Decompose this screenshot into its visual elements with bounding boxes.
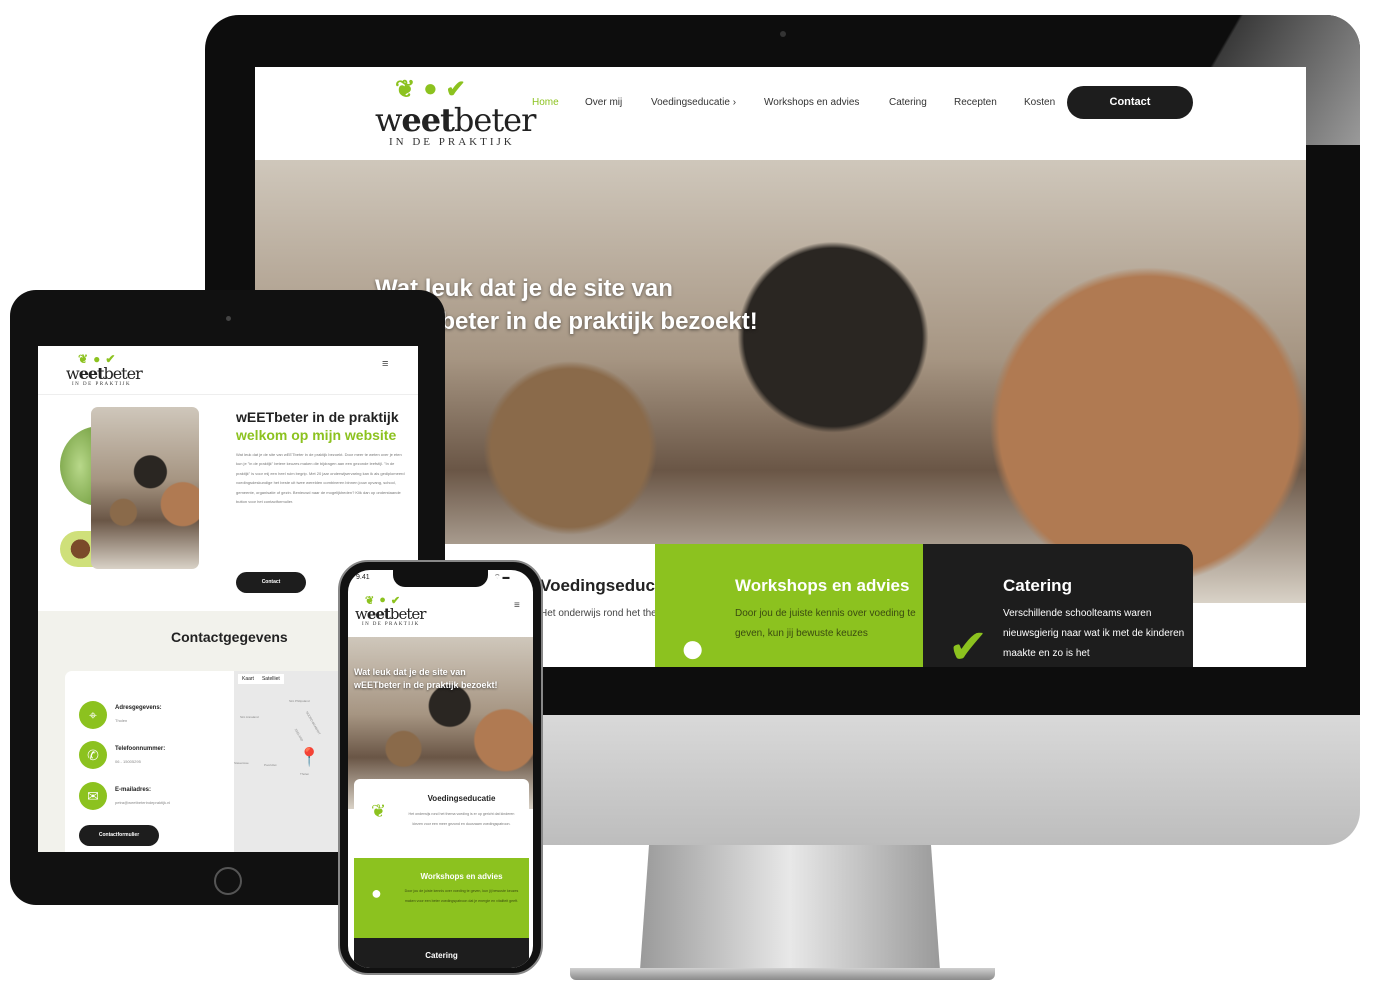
logo-tagline: IN DE PRAKTIJK	[362, 622, 420, 627]
map-label: ZEELAND	[293, 728, 305, 742]
pepper-icon: ●	[680, 624, 706, 667]
card-title: Voedingseducatie	[540, 576, 685, 595]
mobile-website: 9.41 ⌔ ▬ ❦ ● ✔ weetbeter IN DE PRAKTIJK ≡ …	[348, 570, 533, 968]
card-title: Voedingseducatie	[427, 794, 496, 803]
map-tab-kaart[interactable]: Kaart	[242, 676, 254, 682]
contact-label: Telefoonnummer:	[115, 746, 166, 752]
logo-text: w	[355, 605, 368, 623]
contactformulier-button[interactable]: Contactformulier	[79, 825, 159, 846]
card-text: Het onderwijs rond het thema voeding is …	[408, 812, 515, 826]
card-text: Door jou de juiste kennis over voeding t…	[404, 889, 519, 903]
map-label: Poortvliet	[264, 763, 277, 767]
pea-icon: ❦	[371, 801, 387, 821]
logo[interactable]: ❦ ● ✔ weetbeter IN DE PRAKTIJK	[355, 594, 427, 627]
intro-text: Wat leuk dat je de site van wEETbeter in…	[236, 452, 405, 505]
logo-tagline: IN DE PRAKTIJK	[389, 136, 515, 148]
logo[interactable]: ❦ ● ✔ weetbeter IN DE PRAKTIJK	[375, 75, 537, 148]
card-text: Het onderwijs rond het thema voeding is …	[540, 608, 1110, 619]
intro-subtitle: welkom op mijn website	[236, 427, 397, 443]
contact-label: Adresgegevens:	[115, 705, 162, 711]
logo-text-bold: eet	[78, 364, 105, 383]
divider	[38, 394, 418, 395]
logo-text-bold: eet	[401, 101, 454, 139]
card-workshops[interactable]: Workshops en advies Door jou de juiste k…	[655, 544, 923, 667]
avocado-image	[60, 531, 94, 567]
status-time: 9.41	[356, 574, 370, 581]
contact-heading: Contactgegevens	[171, 629, 288, 645]
hero-line: Wat leuk dat je de site van	[354, 667, 466, 677]
intro-section: wEETbeter in de praktijk welkom op mijn …	[236, 408, 406, 506]
logo-text: beter	[389, 605, 427, 623]
logo-text: beter	[103, 364, 142, 383]
card-title: Catering	[425, 951, 458, 960]
pea-icon: ❦	[395, 76, 416, 103]
nav-kosten[interactable]: Kosten	[1024, 97, 1055, 108]
home-button[interactable]	[214, 867, 242, 895]
phone-icon: ✆	[79, 741, 107, 769]
checkmark-icon: ✔	[948, 621, 989, 667]
contact-button[interactable]: Contact	[1067, 86, 1193, 119]
map-pin-icon[interactable]: 📍	[298, 747, 320, 768]
imac-stand	[640, 845, 940, 970]
nav-home[interactable]: Home	[532, 97, 559, 108]
contact-value[interactable]: 06 - 15005295	[115, 759, 141, 764]
logo-text: w	[66, 364, 80, 383]
map-label: Tholen	[300, 772, 310, 776]
card-voedingseducatie[interactable]: ❦ Voedingseducatie Het onderwijs rond he…	[354, 779, 529, 859]
contact-value: Tholen	[115, 718, 128, 723]
nav-recepten[interactable]: Recepten	[954, 97, 997, 108]
nav-voedingseducatie[interactable]: Voedingseducatie ›	[651, 97, 736, 108]
card-title: Workshops en advies	[420, 872, 503, 881]
card-workshops[interactable]: ● Workshops en advies Door jou de juiste…	[354, 858, 529, 938]
card-text: Door jou de juiste kennis over voeding t…	[735, 608, 916, 639]
mail-icon: ✉	[79, 782, 107, 810]
pepper-icon: ●	[423, 75, 438, 102]
hamburger-menu-icon[interactable]: ≡	[514, 600, 520, 611]
map-label: NOORD-BRABANT	[304, 710, 322, 736]
intro-image	[91, 407, 199, 569]
card-title: Workshops en advies	[735, 576, 910, 595]
card-text: Verschillende schoolteams waren nieuwsgi…	[1003, 608, 1185, 659]
logo[interactable]: ❦ ● ✔ weetbeter IN DE PRAKTIJK	[66, 352, 143, 387]
camera-icon	[780, 31, 786, 37]
map-label: Sint Philipsland	[289, 699, 310, 703]
card-catering[interactable]: Catering Verschillende schoolteams waren…	[923, 544, 1193, 667]
wifi-battery-icon: ⌔ ▬	[494, 574, 510, 581]
logo-text-bold: eet	[366, 605, 391, 623]
camera-icon	[226, 316, 231, 321]
hamburger-menu-icon[interactable]: ≡	[382, 358, 388, 370]
nav-catering[interactable]: Catering	[889, 97, 927, 108]
hero-line: wEETbeter in de praktijk bezoekt!	[354, 680, 498, 690]
map-label: Sint Annaland	[240, 715, 259, 719]
map-label: Stavenisse	[234, 761, 249, 765]
logo-text: beter	[453, 101, 537, 139]
hero-heading: Wat leuk dat je de site van wEETbeter in…	[354, 666, 498, 692]
location-pin-icon: ⌖	[79, 701, 107, 729]
nav-workshops[interactable]: Workshops en advies	[764, 97, 859, 108]
nav-over-mij[interactable]: Over mij	[585, 97, 622, 108]
logo-text: w	[375, 101, 402, 139]
intro-title: wEETbeter in de praktijk	[236, 409, 399, 425]
card-title: Catering	[1003, 576, 1072, 595]
checkmark-icon: ✔	[445, 76, 466, 103]
pepper-icon: ●	[371, 883, 382, 903]
imac-stand-foot	[570, 968, 995, 980]
card-catering[interactable]: Catering	[354, 938, 529, 968]
notch	[393, 570, 488, 587]
map-tab-satelliet[interactable]: Satelliet	[262, 676, 280, 682]
contact-value[interactable]: petra@weetbeterindepraktijk.nl	[115, 800, 170, 805]
contact-button[interactable]: Contact	[236, 572, 306, 593]
contact-label: E-mailadres:	[115, 787, 152, 793]
logo-icons: ❦ ● ✔	[395, 75, 535, 104]
